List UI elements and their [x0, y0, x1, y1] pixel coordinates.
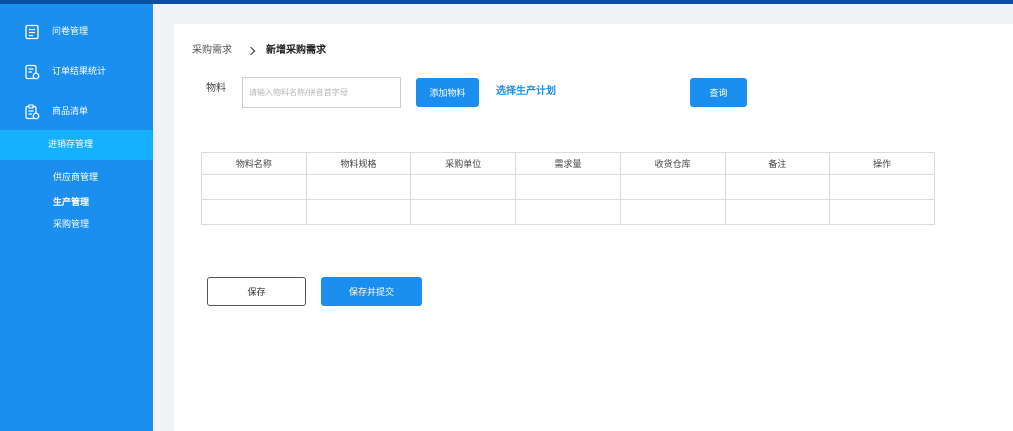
material-search-input[interactable] — [242, 77, 401, 108]
sidebar-item-order-stats[interactable]: 订单结果统计 — [0, 56, 153, 88]
sidebar-item-inventory[interactable]: 进销存管理 — [0, 130, 153, 160]
chevron-right-icon — [246, 46, 256, 56]
sidebar-item-label: 商品清单 — [52, 107, 89, 117]
table-cell — [829, 174, 935, 200]
table-cell — [515, 174, 621, 200]
save-and-submit-button[interactable]: 保存并提交 — [321, 277, 422, 306]
material-label: 物料 — [206, 83, 226, 94]
table-cell — [305, 199, 412, 225]
product-list-icon — [24, 104, 40, 120]
table-cell — [515, 199, 621, 225]
sidebar-subitem-purchase[interactable]: 采购管理 — [53, 219, 89, 231]
sidebar-subitem-supplier[interactable]: 供应商管理 — [53, 172, 98, 184]
table-cell — [410, 199, 517, 225]
table-cell — [410, 174, 517, 200]
table-cell — [619, 199, 726, 225]
page-title: 新增采购需求 — [266, 45, 326, 56]
column-header-remark: 备注 — [724, 152, 831, 175]
breadcrumb-parent[interactable]: 采购需求 — [192, 44, 232, 58]
breadcrumb: 采购需求 新增采购需求 — [192, 44, 326, 58]
table-cell — [724, 199, 831, 225]
save-button[interactable]: 保存 — [207, 277, 306, 306]
column-header-operation: 操作 — [829, 152, 935, 175]
document-icon — [24, 24, 40, 40]
column-header-warehouse: 收货仓库 — [619, 152, 726, 175]
material-table: 物料名称 物料规格 采购单位 需求量 收货仓库 备注 操作 — [201, 152, 935, 225]
sidebar-item-label: 进销存管理 — [48, 140, 94, 150]
sidebar: 问卷管理 订单结果统计 商品清单 进销存管理 供应商管理 生产管理 采购管理 — [0, 4, 153, 431]
sidebar-item-label: 订单结果统计 — [52, 67, 107, 77]
column-header-material-name: 物料名称 — [201, 152, 307, 175]
table-cell — [201, 199, 307, 225]
order-stats-icon — [24, 64, 40, 80]
table-cell — [305, 174, 412, 200]
table-row — [201, 199, 935, 225]
table-cell — [619, 174, 726, 200]
column-header-quantity: 需求量 — [515, 152, 621, 175]
table-cell — [724, 174, 831, 200]
query-button[interactable]: 查询 — [690, 78, 747, 107]
select-production-plan-link[interactable]: 选择生产计划 — [496, 85, 556, 99]
sidebar-item-label: 问卷管理 — [52, 27, 89, 37]
column-header-material-spec: 物料规格 — [305, 152, 412, 175]
sidebar-subitem-production[interactable]: 生产管理 — [53, 197, 89, 209]
main-panel: 采购需求 新增采购需求 物料 添加物料 选择生产计划 查询 物料名称 物料规格 … — [174, 24, 1013, 431]
sidebar-item-questionnaire[interactable]: 问卷管理 — [0, 16, 153, 48]
table-cell — [829, 199, 935, 225]
table-cell — [201, 174, 307, 200]
table-row — [201, 174, 935, 200]
add-material-button[interactable]: 添加物料 — [416, 78, 479, 107]
table-header-row: 物料名称 物料规格 采购单位 需求量 收货仓库 备注 操作 — [201, 152, 935, 175]
sidebar-item-product-list[interactable]: 商品清单 — [0, 96, 153, 128]
column-header-purchase-unit: 采购单位 — [410, 152, 517, 175]
